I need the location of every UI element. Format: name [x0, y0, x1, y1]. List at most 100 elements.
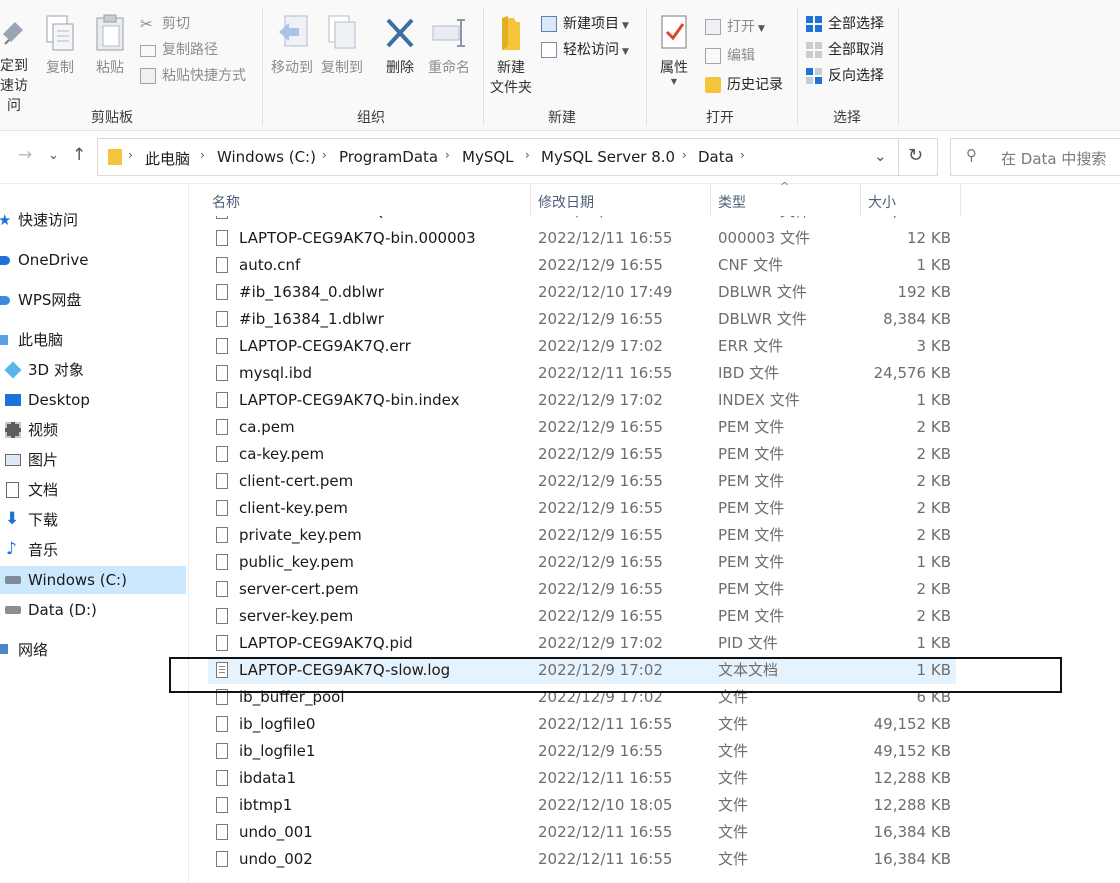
- dropdown-arrow-icon: ▼: [758, 24, 765, 34]
- table-row[interactable]: undo_002 2022/12/11 16:55 文件 16,384 KB: [208, 846, 956, 873]
- breadcrumb-item[interactable]: Data: [698, 148, 734, 166]
- file-type: 文件: [718, 742, 749, 760]
- nav-item-label: 视频: [28, 421, 59, 439]
- history-dropdown-icon[interactable]: ⌄: [48, 148, 59, 163]
- file-icon: [216, 608, 228, 624]
- dropdown-arrow-icon: ▼: [670, 77, 678, 86]
- nav-item-3d-objects[interactable]: 3D 对象: [0, 356, 186, 384]
- table-row[interactable]: LAPTOP-CEG9AK7Q.pid 2022/12/9 17:02 PID 文件…: [208, 630, 956, 657]
- table-row[interactable]: undo_001 2022/12/11 16:55 文件 16,384 KB: [208, 819, 956, 846]
- column-header-type[interactable]: 类型: [718, 192, 746, 212]
- table-row[interactable]: client-cert.pem 2022/12/9 16:55 PEM 文件 2 KB: [208, 468, 956, 495]
- nav-item-data-d[interactable]: Data (D:): [0, 596, 186, 624]
- select-group-label: 选择: [833, 110, 861, 126]
- table-row[interactable]: private_key.pem 2022/12/9 16:55 PEM 文件 2 KB: [208, 522, 956, 549]
- file-name: LAPTOP-CEG9AK7Q.err: [239, 337, 411, 355]
- navigation-pane: ★ 快速访问 OneDrive WPS网盘 此电脑 3D 对象 Desktop …: [0, 184, 189, 883]
- table-row[interactable]: auto.cnf 2022/12/9 16:55 CNF 文件 1 KB: [208, 252, 956, 279]
- table-row[interactable]: public_key.pem 2022/12/9 16:55 PEM 文件 1 KB: [208, 549, 956, 576]
- nav-item-windows-c[interactable]: Windows (C:): [0, 566, 186, 594]
- column-divider[interactable]: [710, 184, 711, 216]
- table-row[interactable]: ibdata1 2022/12/11 16:55 文件 12,288 KB: [208, 765, 956, 792]
- table-row[interactable]: LAPTOP-CEG9AK7Q-bin.000002 2022/12/9 17:0…: [208, 216, 956, 225]
- pin-quick-access-button[interactable]: 定到 速访问: [0, 14, 34, 116]
- properties-button[interactable]: 属性 ▼: [653, 14, 695, 86]
- copy-button[interactable]: 复制: [38, 14, 82, 78]
- table-row[interactable]: ca-key.pem 2022/12/9 16:55 PEM 文件 2 KB: [208, 441, 956, 468]
- nav-item-onedrive[interactable]: OneDrive: [0, 246, 186, 274]
- edit-label: 编辑: [727, 48, 755, 64]
- nav-item-network[interactable]: 网络: [0, 636, 186, 664]
- invert-selection-label: 反向选择: [828, 68, 884, 84]
- breadcrumb-separator-icon: ›: [525, 148, 530, 162]
- table-row[interactable]: LAPTOP-CEG9AK7Q-bin.index 2022/12/9 17:02…: [208, 387, 956, 414]
- breadcrumb-item[interactable]: MySQL: [462, 148, 514, 166]
- breadcrumb-item[interactable]: MySQL Server 8.0: [541, 148, 675, 166]
- table-row[interactable]: LAPTOP-CEG9AK7Q-bin.000003 2022/12/11 16:…: [208, 225, 956, 252]
- file-icon: [216, 365, 228, 381]
- breadcrumb-item[interactable]: 此电脑: [145, 148, 190, 169]
- file-size: 2 KB: [916, 445, 951, 463]
- table-row[interactable]: mysql.ibd 2022/12/11 16:55 IBD 文件 24,576 KB: [208, 360, 956, 387]
- folder-icon: [108, 149, 122, 165]
- nav-item-wps[interactable]: WPS网盘: [0, 286, 186, 314]
- table-row[interactable]: ib_logfile0 2022/12/11 16:55 文件 49,152 KB: [208, 711, 956, 738]
- ribbon: 定到 速访问 复制 粘贴 ✂ 剪切 复制路径 粘贴快捷方式 剪贴板 移动到 复制…: [0, 0, 1120, 131]
- column-header-size[interactable]: 大小: [868, 192, 896, 212]
- rename-button[interactable]: 重命名: [424, 14, 474, 78]
- nav-item-this-pc[interactable]: 此电脑: [0, 326, 186, 354]
- nav-item-downloads[interactable]: ⬇ 下载: [0, 506, 186, 534]
- chevron-down-icon[interactable]: ⌄: [874, 147, 887, 165]
- file-icon: [216, 257, 228, 273]
- new-folder-button[interactable]: 新建 文件夹: [488, 14, 534, 98]
- new-item-label: 新建项目: [563, 16, 619, 32]
- copy-to-button[interactable]: 复制到: [318, 14, 366, 78]
- breadcrumb-item[interactable]: ProgramData: [339, 148, 438, 166]
- refresh-button[interactable]: ↻: [897, 138, 938, 176]
- file-date: 2022/12/11 16:55: [538, 715, 673, 733]
- file-icon: [216, 554, 228, 570]
- column-header-date[interactable]: 修改日期: [538, 192, 594, 212]
- nav-item-videos[interactable]: 视频: [0, 416, 186, 444]
- breadcrumb-item[interactable]: Windows (C:): [217, 148, 316, 166]
- organize-group-label: 组织: [357, 110, 385, 126]
- paste-button[interactable]: 粘贴: [88, 14, 132, 78]
- table-row[interactable]: ca.pem 2022/12/9 16:55 PEM 文件 2 KB: [208, 414, 956, 441]
- nav-item-music[interactable]: ♪ 音乐: [0, 536, 186, 564]
- nav-item-pictures[interactable]: 图片: [0, 446, 186, 474]
- file-icon: [216, 743, 228, 759]
- table-row[interactable]: #ib_16384_1.dblwr 2022/12/9 16:55 DBLWR 文件…: [208, 306, 956, 333]
- document-icon: [6, 482, 19, 498]
- ribbon-divider: [646, 8, 647, 126]
- table-row[interactable]: server-key.pem 2022/12/9 16:55 PEM 文件 2 KB: [208, 603, 956, 630]
- breadcrumb[interactable]: › 此电脑 › Windows (C:) › ProgramData › MyS…: [97, 138, 899, 176]
- move-to-label: 移动到: [271, 60, 313, 76]
- file-icon: [216, 581, 228, 597]
- column-header-name[interactable]: 名称: [212, 192, 240, 212]
- easy-access-label: 轻松访问: [563, 42, 619, 58]
- column-divider[interactable]: [960, 184, 961, 216]
- file-rows: LAPTOP-CEG9AK7Q-bin.000002 2022/12/9 17:0…: [189, 216, 1120, 883]
- column-divider[interactable]: [530, 184, 531, 216]
- copy-path-label: 复制路径: [162, 42, 218, 58]
- table-row[interactable]: #ib_16384_0.dblwr 2022/12/10 17:49 DBLWR 文…: [208, 279, 956, 306]
- column-divider[interactable]: [860, 184, 861, 216]
- table-row[interactable]: ibtmp1 2022/12/10 18:05 文件 12,288 KB: [208, 792, 956, 819]
- table-row[interactable]: ib_logfile1 2022/12/9 16:55 文件 49,152 KB: [208, 738, 956, 765]
- table-row[interactable]: server-cert.pem 2022/12/9 16:55 PEM 文件 2 KB: [208, 576, 956, 603]
- move-to-button[interactable]: 移动到: [268, 14, 316, 78]
- table-row[interactable]: client-key.pem 2022/12/9 16:55 PEM 文件 2 KB: [208, 495, 956, 522]
- nav-item-quick-access[interactable]: ★ 快速访问: [0, 206, 186, 234]
- open-label: 打开: [727, 19, 755, 35]
- nav-item-desktop[interactable]: Desktop: [0, 386, 186, 414]
- search-input[interactable]: ⚲ 在 Data 中搜索: [950, 138, 1120, 176]
- file-icon: [216, 284, 228, 300]
- table-row[interactable]: LAPTOP-CEG9AK7Q.err 2022/12/9 17:02 ERR 文件…: [208, 333, 956, 360]
- nav-item-documents[interactable]: 文档: [0, 476, 186, 504]
- paste-label: 粘贴: [96, 60, 124, 76]
- back-arrow-icon[interactable]: →: [18, 145, 32, 165]
- delete-button[interactable]: 删除: [380, 14, 420, 78]
- file-type: 文件: [718, 823, 749, 841]
- up-arrow-icon[interactable]: ↑: [72, 145, 86, 165]
- ribbon-divider: [797, 8, 798, 126]
